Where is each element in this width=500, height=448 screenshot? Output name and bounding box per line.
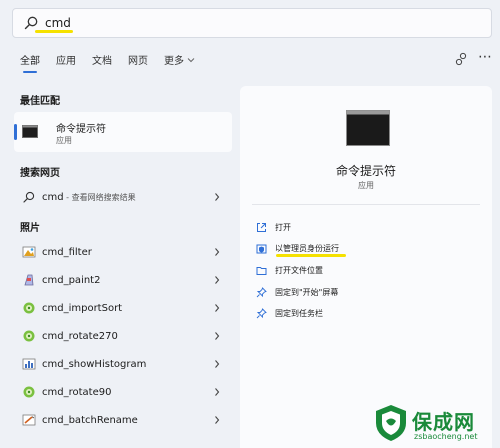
detail-app-name: 命令提示符 [335, 164, 396, 178]
search-highlight-mark [35, 30, 73, 33]
open-icon [257, 222, 266, 232]
action-label: 打开 [275, 222, 291, 232]
photo-item-label: cmd_rotate90 [42, 386, 112, 398]
admin-highlight-mark [276, 254, 346, 257]
action-label: 固定到任务栏 [275, 308, 323, 318]
photo-item-label: cmd_filter [42, 246, 92, 258]
action-pin-to-start[interactable]: 固定到"开始"屏幕 [256, 283, 338, 301]
pin-icon [256, 307, 267, 318]
photo-item-label: cmd_batchRename [42, 414, 138, 426]
photo-item[interactable]: cmd_showHistogram [14, 352, 232, 376]
cmd-app-icon [22, 125, 38, 138]
best-match-subtitle: 应用 [56, 136, 72, 145]
shield-logo-icon [376, 405, 406, 441]
photo-item[interactable]: cmd_batchRename [14, 408, 232, 432]
photo-item-label: cmd_showHistogram [42, 358, 147, 370]
photos-heading: 照片 [20, 223, 40, 234]
chevron-right-icon [215, 276, 220, 284]
histogram-photo-icon [22, 358, 36, 370]
best-match-title: 命令提示符 [56, 124, 106, 135]
photo-item[interactable]: cmd_paint2 [14, 268, 232, 292]
chevron-down-icon [187, 57, 195, 62]
photo-item-label: cmd_rotate270 [42, 330, 118, 342]
detail-pane: 命令提示符 应用 打开 以管理员身份运行 打开文件位置 固定到"开始"屏幕 固定… [240, 86, 492, 448]
chevron-right-icon [215, 332, 220, 340]
watermark-url: zsbaocheng.net [414, 432, 478, 441]
filter-photo-icon [22, 246, 36, 258]
photo-item-label: cmd_paint2 [42, 274, 101, 286]
rotate-photo-icon [23, 330, 35, 342]
divider [252, 204, 480, 205]
watermark-brand: 保成网 [412, 410, 475, 434]
folder-icon [256, 266, 267, 275]
selection-indicator [14, 124, 17, 140]
photo-item[interactable]: cmd_importSort [14, 296, 232, 320]
tab-more-label: 更多 [164, 56, 184, 67]
paint-photo-icon [24, 274, 34, 286]
web-search-label: cmd - 查看网络搜索结果 [42, 192, 136, 203]
web-search-hint: - 查看网络搜索结果 [63, 192, 136, 202]
rotate-photo-icon [23, 386, 35, 398]
web-search-query: cmd [42, 191, 64, 203]
search-icon [23, 191, 35, 203]
search-input[interactable] [45, 16, 445, 30]
more-options-icon[interactable]: ⋯ [478, 50, 492, 64]
chevron-right-icon [215, 360, 220, 368]
chevron-right-icon [215, 193, 220, 201]
best-match-item[interactable]: 命令提示符 应用 [14, 112, 232, 152]
share-icon[interactable] [454, 52, 468, 66]
action-open-file-location[interactable]: 打开文件位置 [256, 261, 323, 279]
search-bar[interactable] [12, 8, 492, 38]
photo-item[interactable]: cmd_filter [14, 240, 232, 264]
web-search-item[interactable]: cmd - 查看网络搜索结果 [14, 185, 232, 209]
tab-documents[interactable]: 文档 [92, 52, 112, 67]
photo-item-label: cmd_importSort [42, 302, 123, 314]
tab-web[interactable]: 网页 [128, 52, 148, 67]
tab-all[interactable]: 全部 [20, 52, 40, 73]
action-open[interactable]: 打开 [256, 218, 291, 236]
chevron-right-icon [215, 248, 220, 256]
watermark: 保成网 zsbaocheng.net [372, 400, 500, 448]
photo-item[interactable]: cmd_rotate90 [14, 380, 232, 404]
action-pin-to-taskbar[interactable]: 固定到任务栏 [256, 304, 323, 322]
tab-more[interactable]: 更多 [164, 52, 195, 67]
admin-shield-icon [256, 244, 267, 253]
rename-photo-icon [22, 414, 36, 426]
cmd-app-icon [346, 110, 390, 146]
pin-icon [256, 286, 267, 297]
chevron-right-icon [215, 416, 220, 424]
chevron-right-icon [215, 304, 220, 312]
search-icon [24, 16, 38, 30]
action-label: 以管理员身份运行 [275, 243, 339, 253]
filter-tabs: 全部 应用 文档 网页 更多 [20, 52, 211, 73]
chevron-right-icon [215, 388, 220, 396]
action-label: 打开文件位置 [275, 265, 323, 275]
detail-app-type: 应用 [358, 181, 374, 190]
tab-apps[interactable]: 应用 [56, 52, 76, 67]
best-match-heading: 最佳匹配 [20, 96, 60, 107]
web-search-heading: 搜索网页 [20, 168, 60, 179]
action-label: 固定到"开始"屏幕 [275, 287, 339, 297]
photo-item[interactable]: cmd_rotate270 [14, 324, 232, 348]
import-photo-icon [23, 302, 35, 314]
